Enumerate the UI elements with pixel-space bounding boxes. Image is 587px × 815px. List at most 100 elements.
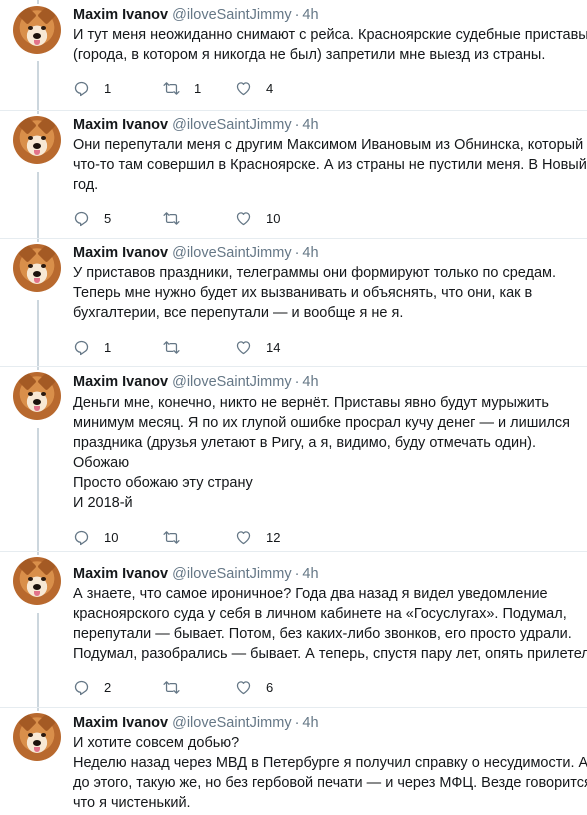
tweet[interactable]: Maxim Ivanov @iloveSaintJimmy · 4h И хотите… bbox=[0, 708, 587, 815]
author-handle[interactable]: @iloveSaintJimmy bbox=[172, 7, 291, 23]
separator: · bbox=[294, 117, 300, 133]
heart-icon bbox=[236, 81, 251, 95]
tweet-text-line: Обожаю bbox=[73, 455, 130, 471]
reply-icon bbox=[74, 530, 89, 545]
author-handle[interactable]: @iloveSaintJimmy bbox=[172, 715, 291, 731]
tweet-text-line: до этого, такую же, но без гербовой печа… bbox=[73, 775, 587, 791]
retweet-icon bbox=[163, 680, 180, 694]
separator: · bbox=[294, 7, 300, 23]
timestamp[interactable]: 4h bbox=[302, 566, 318, 582]
tweet-text-line: Неделю назад через МВД в Петербурге я по… bbox=[73, 755, 587, 771]
tweet-header: Maxim Ivanov @iloveSaintJimmy · 4h bbox=[73, 244, 319, 262]
like-count: 12 bbox=[266, 529, 281, 545]
like-count: 14 bbox=[266, 339, 281, 355]
separator: · bbox=[294, 715, 300, 731]
author-handle[interactable]: @iloveSaintJimmy bbox=[172, 117, 291, 133]
like-button[interactable]: 6 bbox=[235, 677, 273, 697]
timestamp[interactable]: 4h bbox=[302, 117, 318, 133]
like-count: 10 bbox=[266, 210, 281, 226]
avatar[interactable] bbox=[13, 6, 61, 54]
tweet-text-line: Просто обожаю эту страну bbox=[73, 475, 253, 491]
author-name[interactable]: Maxim Ivanov bbox=[73, 245, 168, 261]
like-button[interactable]: 12 bbox=[235, 527, 280, 547]
reply-button[interactable]: 1 bbox=[73, 78, 111, 98]
author-handle[interactable]: @iloveSaintJimmy bbox=[172, 245, 291, 261]
reply-count: 1 bbox=[104, 339, 112, 355]
reply-count: 10 bbox=[104, 529, 119, 545]
reply-count: 1 bbox=[104, 80, 112, 96]
reply-button[interactable]: 2 bbox=[73, 677, 111, 697]
tweet-text-line: И хотите совсем добью? bbox=[73, 735, 240, 751]
tweet-text-line: (города, в котором я никогда не был) зап… bbox=[73, 47, 546, 63]
timestamp[interactable]: 4h bbox=[302, 245, 318, 261]
tweet[interactable]: Maxim Ivanov @iloveSaintJimmy · 4h Они пере… bbox=[0, 111, 587, 238]
reply-count: 5 bbox=[104, 210, 112, 226]
avatar[interactable] bbox=[13, 372, 61, 420]
tweet-header: Maxim Ivanov @iloveSaintJimmy · 4h bbox=[73, 714, 319, 732]
timestamp[interactable]: 4h bbox=[302, 374, 318, 390]
tweet[interactable]: Maxim Ivanov @iloveSaintJimmy · 4h Деньги м… bbox=[0, 367, 587, 551]
tweet-header: Maxim Ivanov @iloveSaintJimmy · 4h bbox=[73, 116, 319, 134]
retweet-button[interactable]: 1 bbox=[163, 78, 201, 98]
like-count: 4 bbox=[266, 80, 274, 96]
tweet-text-line: И 2018-й bbox=[73, 495, 133, 511]
tweet-text: Деньги мне, конечно, никто не вернёт. Пр… bbox=[73, 393, 573, 513]
tweet-text: И хотите совсем добью? Неделю назад чере… bbox=[73, 733, 587, 813]
retweet-button[interactable] bbox=[163, 677, 194, 697]
reply-button[interactable]: 1 bbox=[73, 337, 111, 357]
tweet-header: Maxim Ivanov @iloveSaintJimmy · 4h bbox=[73, 565, 319, 583]
tweet[interactable]: Maxim Ivanov @iloveSaintJimmy · 4h У приста… bbox=[0, 239, 587, 366]
timestamp[interactable]: 4h bbox=[302, 715, 318, 731]
tweet-text-line: И тут меня неожиданно снимают с рейса. К… bbox=[73, 27, 587, 43]
like-button[interactable]: 4 bbox=[235, 78, 273, 98]
avatar[interactable] bbox=[13, 116, 61, 164]
retweet-icon bbox=[163, 211, 180, 225]
retweet-button[interactable] bbox=[163, 337, 194, 357]
retweet-button[interactable] bbox=[163, 208, 194, 228]
tweet-text: Они перепутали меня с другим Максимом Ив… bbox=[73, 135, 587, 195]
avatar[interactable] bbox=[13, 557, 61, 605]
reply-button[interactable]: 5 bbox=[73, 208, 111, 228]
retweet-icon bbox=[163, 530, 180, 544]
author-handle[interactable]: @iloveSaintJimmy bbox=[172, 374, 291, 390]
like-count: 6 bbox=[266, 679, 274, 695]
tweet-text-line: что-то там совершил в Красноярске. А из … bbox=[73, 157, 587, 173]
tweet-text-line: У приставов праздники, телеграммы они фо… bbox=[73, 265, 557, 281]
avatar[interactable] bbox=[13, 244, 61, 292]
retweet-count: 1 bbox=[194, 80, 202, 96]
heart-icon bbox=[236, 211, 251, 225]
tweet[interactable]: Maxim Ivanov @iloveSaintJimmy · 4h А знаете… bbox=[0, 552, 587, 707]
tweet[interactable]: Maxim Ivanov @iloveSaintJimmy · 4h И тут ме… bbox=[0, 0, 587, 110]
reply-button[interactable]: 10 bbox=[73, 527, 118, 547]
tweet-text-line: Теперь мне нужно будет их вызванивать и … bbox=[73, 285, 533, 301]
author-name[interactable]: Maxim Ivanov bbox=[73, 7, 168, 23]
tweet-text-line: А знаете, что самое ироничное? Года два … bbox=[73, 586, 548, 602]
heart-icon bbox=[236, 530, 251, 544]
reply-icon bbox=[74, 211, 89, 226]
retweet-icon bbox=[163, 81, 180, 95]
tweet-text-line: перепутали — бывает. Потом, без каких-ли… bbox=[73, 626, 572, 642]
author-handle[interactable]: @iloveSaintJimmy bbox=[172, 566, 291, 582]
reply-count: 2 bbox=[104, 679, 112, 695]
like-button[interactable]: 14 bbox=[235, 337, 280, 357]
author-name[interactable]: Maxim Ivanov bbox=[73, 117, 168, 133]
tweet-text-line: что я чистенький. bbox=[73, 795, 191, 811]
timestamp[interactable]: 4h bbox=[302, 7, 318, 23]
heart-icon bbox=[236, 340, 251, 354]
tweet-text-line: бухгалтерии, все перепутали — и вообще я… bbox=[73, 305, 404, 321]
separator: · bbox=[294, 374, 300, 390]
reply-icon bbox=[74, 340, 89, 355]
retweet-button[interactable] bbox=[163, 527, 194, 547]
reply-icon bbox=[74, 680, 89, 695]
tweet-header: Maxim Ivanov @iloveSaintJimmy · 4h bbox=[73, 373, 319, 391]
tweet-text-line: Подумал, разобрались — бывает. А теперь,… bbox=[73, 646, 587, 662]
tweet-thread: Maxim Ivanov @iloveSaintJimmy · 4h И тут ме… bbox=[0, 0, 587, 815]
author-name[interactable]: Maxim Ivanov bbox=[73, 566, 168, 582]
reply-icon bbox=[74, 81, 89, 96]
like-button[interactable]: 10 bbox=[235, 208, 280, 228]
tweet-text-line: минимум месяц. Я по их глупой ошибке про… bbox=[73, 415, 571, 431]
separator: · bbox=[294, 566, 300, 582]
avatar[interactable] bbox=[13, 713, 61, 761]
author-name[interactable]: Maxim Ivanov bbox=[73, 715, 168, 731]
author-name[interactable]: Maxim Ivanov bbox=[73, 374, 168, 390]
